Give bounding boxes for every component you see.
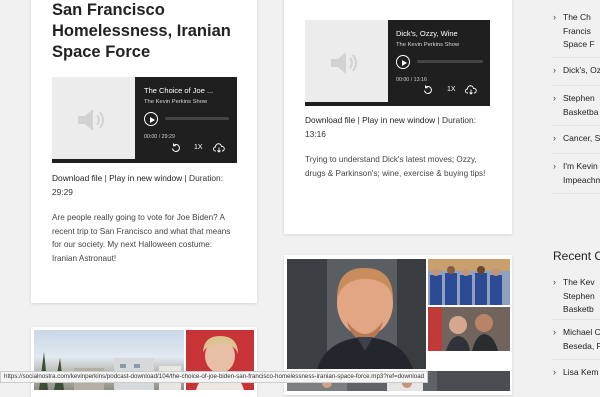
collage-image-main[interactable] bbox=[287, 259, 426, 369]
recent-comment-line: Stephen bbox=[563, 290, 595, 301]
replay-icon[interactable] bbox=[423, 85, 433, 95]
sidebar-post-item[interactable]: › I'm Kevin Impeachm bbox=[553, 154, 600, 194]
recent-comment-line: Michael C bbox=[563, 327, 600, 337]
player-time: 00:00 / 29:29 bbox=[144, 134, 175, 140]
chevron-right-icon: › bbox=[553, 133, 556, 143]
player-bottom-bar bbox=[52, 159, 237, 163]
sidebar-post-item[interactable]: › Stephen Basketba bbox=[553, 86, 600, 126]
sidebar-post-line: I'm Kevin bbox=[563, 161, 598, 171]
play-new-window-link[interactable]: Play in new window bbox=[109, 173, 182, 183]
recent-comment-line: Lisa Kem bbox=[563, 367, 599, 377]
play-button[interactable] bbox=[144, 112, 158, 126]
download-file-link[interactable]: Download file bbox=[305, 115, 355, 125]
sidebar-post-line: Dick's, Oz bbox=[563, 65, 600, 75]
speed-toggle[interactable]: 1X bbox=[194, 144, 203, 151]
progress-track[interactable] bbox=[165, 117, 229, 120]
player-time: 00:00 / 13:16 bbox=[396, 77, 427, 83]
sidebar-post-item[interactable]: › Cancer, S bbox=[553, 126, 600, 154]
play-new-window-link[interactable]: Play in new window bbox=[362, 115, 435, 125]
speaker-icon bbox=[331, 52, 357, 74]
audio-player-2: Dick's, Ozzy, Wine The Kevin Perkins Sho… bbox=[305, 20, 490, 106]
recent-comment-item[interactable]: › Michael C Beseda, P bbox=[553, 320, 600, 360]
episode-meta-1: Download file | Play in new window | Dur… bbox=[52, 172, 242, 199]
sidebar-post-line: Francis bbox=[563, 25, 591, 36]
collage-image-team[interactable] bbox=[428, 259, 510, 305]
chevron-right-icon: › bbox=[553, 161, 556, 171]
play-button[interactable] bbox=[396, 55, 410, 69]
chevron-right-icon: › bbox=[553, 65, 556, 75]
link-status-bar: https://socialnostra.com/kevinperkins/po… bbox=[0, 371, 429, 383]
sidebar-posts-list: › The Ch Francis Space F › Dick's, Oz › … bbox=[553, 11, 600, 194]
progress-track[interactable] bbox=[417, 60, 483, 63]
player-show-name: The Kevin Perkins Show bbox=[396, 42, 460, 48]
recent-comment-line: Basketb bbox=[563, 304, 594, 314]
group-photo-image bbox=[428, 307, 510, 351]
recent-comment-item[interactable]: › The Kev Stephen Basketb bbox=[553, 276, 600, 320]
player-episode-title: Dick's, Ozzy, Wine bbox=[396, 29, 458, 38]
sidebar-post-line: Impeachm bbox=[563, 174, 600, 185]
sidebar-post-item[interactable]: › The Ch Francis Space F bbox=[553, 11, 600, 58]
cloud-download-icon[interactable] bbox=[213, 143, 225, 153]
player-episode-title: The Choice of Joe ... bbox=[144, 86, 214, 95]
download-file-link[interactable]: Download file bbox=[52, 173, 102, 183]
sidebar-post-line: Basketba bbox=[563, 106, 599, 117]
sidebar-post-line: Cancer, S bbox=[563, 133, 600, 143]
sidebar-post-line: Stephen bbox=[563, 93, 595, 103]
recent-comment-item[interactable]: › Lisa Kem bbox=[553, 360, 600, 386]
episode-card-2: Dick's, Ozzy, Wine The Kevin Perkins Sho… bbox=[284, 0, 512, 234]
player-artwork bbox=[52, 77, 135, 163]
chevron-right-icon: › bbox=[553, 367, 556, 377]
episode-meta-2: Download file | Play in new window | Dur… bbox=[305, 114, 497, 141]
sidebar-post-line: Space F bbox=[563, 39, 595, 49]
recent-comment-line: The Kev bbox=[563, 277, 595, 287]
replay-icon[interactable] bbox=[171, 143, 181, 153]
chevron-right-icon: › bbox=[553, 327, 556, 337]
episode-title-1[interactable]: San Francisco Homelessness, Iranian Spac… bbox=[52, 0, 252, 63]
episode-description-1: Are people really going to vote for Joe … bbox=[52, 213, 231, 263]
sidebar-post-line: The Ch bbox=[563, 12, 591, 22]
recent-comment-line: Beseda, P bbox=[563, 340, 600, 351]
chevron-right-icon: › bbox=[553, 12, 556, 22]
recent-comments-list: › The Kev Stephen Basketb › Michael C Be… bbox=[553, 276, 600, 386]
episode-card-1: San Francisco Homelessness, Iranian Spac… bbox=[31, 0, 257, 303]
recent-comments-heading: Recent C bbox=[553, 249, 600, 263]
player-show-name: The Kevin Perkins Show bbox=[144, 99, 208, 105]
sidebar-post-item[interactable]: › Dick's, Oz bbox=[553, 58, 600, 86]
episode-card-3 bbox=[31, 327, 257, 397]
speaker-icon bbox=[78, 109, 104, 131]
episode-description-2: Trying to understand Dick's latest moves… bbox=[305, 155, 486, 178]
collage-image-people[interactable] bbox=[428, 307, 510, 351]
team-photo-image bbox=[428, 259, 510, 305]
cloud-download-icon[interactable] bbox=[465, 85, 477, 95]
chevron-right-icon: › bbox=[553, 93, 556, 103]
player-artwork bbox=[305, 20, 388, 106]
chevron-right-icon: › bbox=[553, 277, 556, 287]
player-bottom-bar bbox=[305, 102, 490, 106]
speed-toggle[interactable]: 1X bbox=[447, 86, 456, 93]
audio-player-1: The Choice of Joe ... The Kevin Perkins … bbox=[52, 77, 237, 163]
man-portrait-image bbox=[287, 259, 426, 369]
